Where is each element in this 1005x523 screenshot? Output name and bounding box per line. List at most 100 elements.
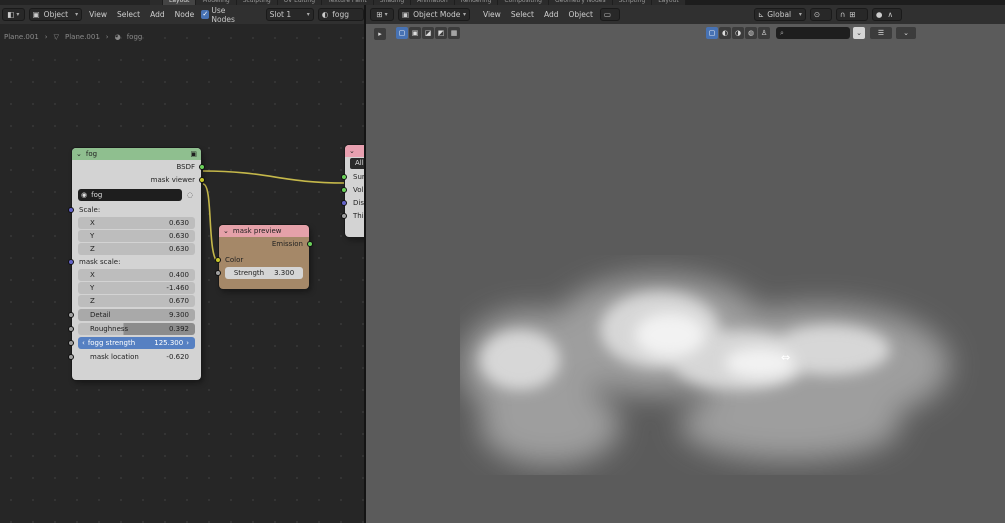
- socket-vector[interactable]: [68, 206, 74, 213]
- pivot-point-dropdown[interactable]: ⊙: [809, 8, 832, 21]
- axis-label: Y: [90, 231, 95, 240]
- fake-user-shield-icon[interactable]: ◌: [187, 191, 193, 199]
- 3d-viewport[interactable]: ⊞ ▾ ▣ Object Mode ▾ View Select Add Objec…: [366, 5, 1005, 523]
- menu-add[interactable]: Add: [541, 10, 562, 19]
- object-type-dropdown[interactable]: ▣ Object ▾: [28, 8, 83, 21]
- scale-y-field[interactable]: Y 0.630: [78, 229, 195, 242]
- display-mode-icon[interactable]: ☰: [870, 27, 892, 39]
- field-value: 9.300: [168, 310, 189, 319]
- target-dropdown[interactable]: All: [350, 158, 364, 169]
- checkmark-icon: ✓: [201, 10, 210, 19]
- snap-toggle[interactable]: ∩ ⊞: [835, 8, 868, 21]
- search-input[interactable]: ⌕: [776, 27, 850, 39]
- socket-value[interactable]: [215, 269, 221, 276]
- field-label: mask location: [90, 352, 139, 361]
- socket-value[interactable]: [341, 212, 347, 219]
- roughness-row: Roughness 0.392: [68, 322, 201, 335]
- scale-x-field[interactable]: X 0.630: [78, 216, 195, 229]
- field-value: 3.300: [274, 268, 295, 277]
- use-nodes-checkbox[interactable]: ✓ Use Nodes: [201, 6, 247, 24]
- input-thickness: Thickness: [341, 209, 364, 222]
- increment-arrow-icon[interactable]: ›: [186, 339, 189, 347]
- mask-location-field[interactable]: mask location -0.620: [78, 350, 195, 363]
- material-name: fogg: [332, 10, 350, 19]
- menu-node[interactable]: Node: [172, 10, 198, 19]
- collapse-chevron-icon[interactable]: ⌄: [76, 150, 82, 158]
- menu-add[interactable]: Add: [147, 10, 168, 19]
- detail-field[interactable]: Detail 9.300: [78, 308, 195, 321]
- socket-shader[interactable]: [199, 163, 205, 170]
- select-extend-icon[interactable]: ▣: [409, 27, 421, 39]
- viewport-shading-icon[interactable]: ◐: [719, 27, 731, 39]
- mask-preview-emission-node[interactable]: ⌄ mask preview Emission Color Strength 3…: [215, 225, 313, 289]
- socket-vector[interactable]: [341, 199, 347, 206]
- socket-color[interactable]: [199, 176, 205, 183]
- editor-type-button[interactable]: ⊞ ▾: [370, 8, 394, 21]
- select-invert-icon[interactable]: ◩: [435, 27, 447, 39]
- strength-field[interactable]: Strength 3.300: [225, 266, 303, 279]
- socket-value[interactable]: [68, 325, 74, 332]
- material-selector[interactable]: ◐ fogg: [317, 8, 364, 21]
- detail-row: Detail 9.300: [68, 308, 201, 321]
- collapse-chevron-icon[interactable]: ⌄: [223, 227, 229, 235]
- chevron-down-icon: ▾: [798, 11, 802, 18]
- selectability-icon[interactable]: ▢: [706, 27, 718, 39]
- slot-dropdown[interactable]: Slot 1 ▾: [265, 8, 314, 21]
- breadcrumb-material: fogg: [126, 33, 143, 41]
- roughness-slider[interactable]: Roughness 0.392: [78, 322, 195, 335]
- link-mask-viewer-to-color: [202, 183, 221, 264]
- clipping-icon[interactable]: ♙: [758, 27, 770, 39]
- object-mode-dropdown[interactable]: ▣ Object Mode ▾: [398, 8, 470, 21]
- editor-type-button[interactable]: ◧ ▾: [2, 8, 25, 21]
- gizmo-icon: ▭: [603, 10, 612, 19]
- transform-orientation-dropdown[interactable]: ⊾ Global ▾: [753, 8, 806, 21]
- node-editor-icon: ◧: [7, 10, 15, 19]
- overlay-icon[interactable]: ◑: [732, 27, 744, 39]
- menu-select[interactable]: Select: [114, 10, 143, 19]
- socket-shader[interactable]: [307, 240, 313, 247]
- options-dropdown-icon[interactable]: ⌄: [896, 27, 916, 39]
- menu-view[interactable]: View: [480, 10, 504, 19]
- menu-object[interactable]: Object: [565, 10, 595, 19]
- viewport-header: ⊞ ▾ ▣ Object Mode ▾ View Select Add Objec…: [366, 5, 1005, 24]
- group-datablock-selector[interactable]: ◉ fog: [78, 188, 182, 201]
- toolbar-toggle-icon[interactable]: ▸: [374, 28, 386, 40]
- mask-scale-x-field[interactable]: X 0.400: [78, 268, 195, 281]
- slot-label: Slot 1: [269, 10, 292, 19]
- axis-value: -1.460: [166, 283, 189, 292]
- decrement-arrow-icon[interactable]: ‹: [82, 339, 85, 347]
- node-header[interactable]: ⌄: [345, 145, 364, 157]
- menu-view[interactable]: View: [86, 10, 110, 19]
- fogg-strength-field[interactable]: ‹ fogg strength 125.300 ›: [78, 336, 195, 349]
- socket-vector[interactable]: [68, 258, 74, 265]
- socket-value[interactable]: [68, 339, 74, 346]
- node-header[interactable]: ⌄ fog ▣: [72, 148, 201, 160]
- filter-dropdown-icon[interactable]: ⌄: [853, 27, 865, 39]
- node-editor-header: ◧ ▾ ▣ Object ▾ View Select Add Node ✓ Use…: [0, 5, 364, 24]
- fog-group-node[interactable]: ⌄ fog ▣ BSDF mask viewer ◉ fog ◌ Scale: …: [68, 148, 205, 380]
- menu-select[interactable]: Select: [508, 10, 537, 19]
- socket-value[interactable]: [68, 311, 74, 318]
- node-header[interactable]: ⌄ mask preview: [219, 225, 309, 237]
- axis-label: Z: [90, 296, 95, 305]
- socket-value[interactable]: [68, 353, 74, 360]
- select-intersect-icon[interactable]: ▦: [448, 27, 460, 39]
- mask-scale-z-field[interactable]: Z 0.670: [78, 294, 195, 307]
- axis-label: Z: [90, 244, 95, 253]
- input-label: Surface: [353, 172, 364, 181]
- socket-color[interactable]: [215, 256, 221, 263]
- scale-z-field[interactable]: Z 0.630: [78, 242, 195, 255]
- collapse-chevron-icon[interactable]: ⌄: [349, 147, 355, 155]
- mask-scale-y-field[interactable]: Y -1.460: [78, 281, 195, 294]
- select-subtract-icon[interactable]: ◪: [422, 27, 434, 39]
- magnet-icon: ∩: [839, 10, 846, 19]
- select-new-icon[interactable]: ▢: [396, 27, 408, 39]
- mask-scale-label-row: mask scale:: [68, 255, 201, 268]
- shader-node-editor[interactable]: ◧ ▾ ▣ Object ▾ View Select Add Node ✓ Use…: [0, 5, 364, 523]
- render-preview-icon[interactable]: ◍: [745, 27, 757, 39]
- material-output-node[interactable]: ⌄ All Surface Volume Displacement Thickn…: [341, 145, 364, 237]
- socket-shader[interactable]: [341, 173, 347, 180]
- socket-shader[interactable]: [341, 186, 347, 193]
- proportional-editing-toggle[interactable]: ● ∧: [871, 8, 902, 21]
- gizmo-toggle[interactable]: ▭: [599, 8, 620, 21]
